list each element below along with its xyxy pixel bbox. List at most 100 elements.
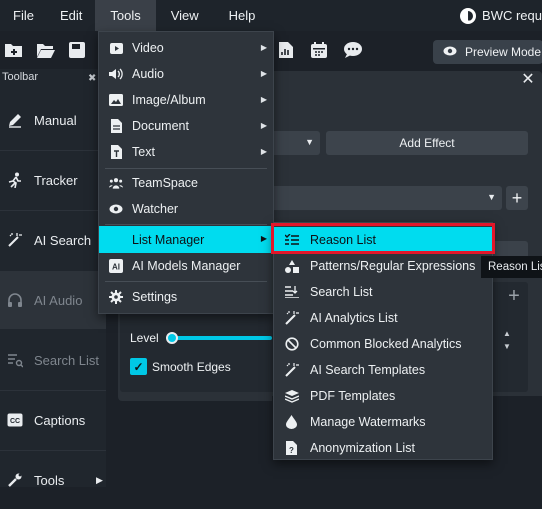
image-icon: [109, 93, 123, 107]
calendar-icon[interactable]: [310, 41, 330, 59]
menu-item-label: AI Models Manager: [132, 259, 241, 273]
level-slider-track[interactable]: [166, 336, 272, 340]
menu-item-label: Settings: [132, 290, 178, 304]
add-item-button[interactable]: +: [502, 284, 526, 308]
chevron-right-icon: ▶: [260, 147, 267, 156]
svg-text:CC: CC: [10, 418, 20, 425]
ai-icon: AI: [109, 259, 123, 273]
submenu-item-label: AI Search Templates: [310, 363, 426, 377]
preview-mode-label: Preview Mode: [465, 45, 542, 59]
svg-text:?: ?: [289, 446, 294, 455]
team-icon: [109, 176, 123, 190]
menu-view[interactable]: View: [156, 0, 214, 31]
brand-logo-icon: [460, 7, 477, 24]
chevron-down-icon[interactable]: ▼: [503, 342, 511, 351]
speaker-icon: [109, 67, 123, 81]
document-icon: [109, 119, 123, 133]
sidebar-item-label: Tools: [34, 472, 65, 488]
sidebar-item-label: AI Search: [34, 232, 92, 248]
svg-text:AI: AI: [112, 263, 120, 272]
eye-icon: [443, 45, 457, 59]
sidebar-item-tracker[interactable]: Tracker: [0, 151, 106, 209]
option-select[interactable]: ▼: [270, 186, 502, 210]
chevron-up-icon[interactable]: ▲: [503, 329, 511, 338]
sidebar-item-ai-audio[interactable]: AI Audio: [0, 271, 106, 329]
layers-icon: [284, 389, 299, 404]
sidebar-item-manual[interactable]: Manual: [0, 91, 106, 149]
sidebar-item-ai-search[interactable]: AI Search: [0, 211, 106, 269]
level-label: Level: [130, 331, 159, 345]
menu-item-label: Document: [132, 119, 189, 133]
menu-item-label: Watcher: [132, 202, 179, 216]
droplet-icon: [284, 415, 299, 430]
menu-item-audio[interactable]: Audio ▶: [99, 61, 273, 87]
tooltip: Reason List: [481, 256, 542, 278]
menu-item-image-album[interactable]: Image/Album ▶: [99, 87, 273, 113]
menu-help[interactable]: Help: [214, 0, 271, 31]
menu-item-ai-models-manager[interactable]: AI AI Models Manager: [99, 253, 273, 279]
submenu-item-ai-search-templates[interactable]: AI Search Templates: [274, 357, 492, 383]
submenu-item-manage-watermarks[interactable]: Manage Watermarks: [274, 409, 492, 435]
sidebar-item-search-list[interactable]: Search List: [0, 331, 106, 389]
preview-mode-button[interactable]: Preview Mode: [433, 40, 542, 64]
add-button[interactable]: +: [506, 186, 528, 210]
submenu-item-patterns[interactable]: Patterns/Regular Expressions: [274, 253, 492, 279]
chevron-down-icon: ▼: [305, 137, 314, 147]
submenu-item-pdf-templates[interactable]: PDF Templates: [274, 383, 492, 409]
menu-edit[interactable]: Edit: [47, 0, 95, 31]
submenu-item-label: Search List: [310, 285, 373, 299]
menu-item-text[interactable]: Text ▶: [99, 139, 273, 165]
menu-item-document[interactable]: Document ▶: [99, 113, 273, 139]
sidebar-item-captions[interactable]: CC Captions: [0, 391, 106, 449]
wrench-icon: [6, 471, 24, 489]
menu-item-teamspace[interactable]: TeamSpace: [99, 170, 273, 196]
video-icon: [109, 41, 123, 55]
text-icon: [109, 145, 123, 159]
highlight-outline: [271, 223, 495, 254]
shapes-icon: [284, 259, 299, 274]
list-manager-icon: [109, 233, 123, 247]
report-icon[interactable]: [278, 41, 298, 59]
add-effect-button[interactable]: Add Effect: [326, 131, 528, 155]
menu-item-video[interactable]: Video ▶: [99, 35, 273, 61]
brand: BWC requ: [460, 0, 542, 31]
menu-item-watcher[interactable]: Watcher: [99, 196, 273, 222]
submenu-item-label: Patterns/Regular Expressions: [310, 259, 476, 273]
chat-icon[interactable]: [343, 41, 363, 59]
new-folder-icon[interactable]: [4, 41, 24, 59]
sidebar-item-tools[interactable]: Tools ▶: [0, 451, 106, 509]
submenu-item-label: Manage Watermarks: [310, 415, 426, 429]
menu-file[interactable]: File: [0, 0, 47, 31]
submenu-item-ai-analytics-list[interactable]: AI Analytics List: [274, 305, 492, 331]
pencil-icon: [6, 111, 24, 129]
menu-item-settings[interactable]: Settings: [99, 284, 273, 310]
close-icon[interactable]: ✕: [520, 71, 536, 89]
level-slider-handle[interactable]: [166, 332, 178, 344]
menu-item-label: Image/Album: [132, 93, 206, 107]
menu-item-list-manager[interactable]: List Manager ▶: [99, 226, 273, 253]
closed-caption-icon: CC: [6, 411, 24, 429]
list-search-icon: [284, 285, 299, 300]
save-icon[interactable]: [68, 41, 88, 59]
chevron-right-icon: ▶: [260, 95, 267, 104]
submenu-item-search-list[interactable]: Search List: [274, 279, 492, 305]
list-manager-submenu: Reason List Patterns/Regular Expressions…: [273, 222, 493, 460]
menu-tools[interactable]: Tools: [95, 0, 156, 31]
brand-title: BWC requ: [482, 8, 542, 23]
open-folder-icon[interactable]: [36, 41, 56, 59]
menu-divider: [105, 168, 267, 169]
menu-item-label: Text: [132, 145, 155, 159]
file-question-icon: ?: [284, 441, 299, 456]
effect-select[interactable]: ▼: [270, 131, 320, 155]
sidebar-item-label: AI Audio: [34, 292, 83, 308]
smooth-edges-label: Smooth Edges: [152, 360, 231, 374]
pin-icon[interactable]: ✖: [88, 73, 96, 84]
smooth-edges-checkbox[interactable]: ✓: [130, 358, 147, 375]
submenu-item-common-blocked-analytics[interactable]: Common Blocked Analytics: [274, 331, 492, 357]
eye-icon: [109, 202, 123, 216]
submenu-item-anonymization-list[interactable]: ? Anonymization List: [274, 435, 492, 461]
menu-divider: [105, 281, 267, 282]
level-stepper[interactable]: ▲ ▼: [496, 326, 518, 354]
chevron-right-icon: ▶: [260, 121, 267, 130]
menu-item-label: Audio: [132, 67, 164, 81]
